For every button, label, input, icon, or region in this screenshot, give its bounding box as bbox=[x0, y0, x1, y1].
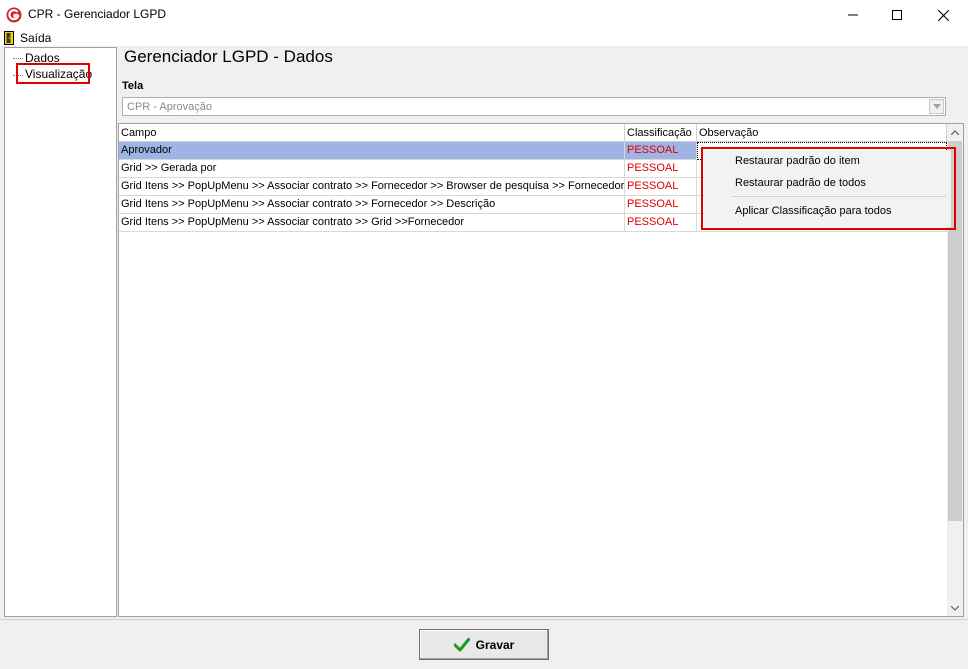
cell-classificacao: PESSOAL bbox=[625, 142, 697, 160]
menu-item-saida[interactable]: Saída bbox=[4, 30, 51, 46]
exit-door-icon bbox=[4, 31, 14, 45]
column-header-observacao[interactable]: Observação bbox=[697, 124, 947, 142]
minimize-icon bbox=[848, 14, 858, 16]
footer-divider bbox=[0, 619, 968, 620]
cell-classificacao: PESSOAL bbox=[625, 214, 697, 232]
tela-select-value: CPR - Aprovação bbox=[127, 101, 212, 113]
window-title: CPR - Gerenciador LGPD bbox=[28, 7, 167, 21]
menu-bar: Saída bbox=[0, 30, 968, 46]
chevron-down-icon bbox=[932, 104, 941, 109]
cell-campo: Grid Itens >> PopUpMenu >> Associar cont… bbox=[119, 178, 625, 196]
visualizacao-highlight-box bbox=[16, 63, 90, 84]
app-logo-icon bbox=[6, 7, 22, 23]
save-button[interactable]: Gravar bbox=[419, 629, 549, 660]
context-menu-highlight-box bbox=[701, 147, 956, 230]
column-header-classificacao[interactable]: Classificação bbox=[625, 124, 697, 142]
cell-campo: Grid Itens >> PopUpMenu >> Associar cont… bbox=[119, 196, 625, 214]
maximize-icon bbox=[892, 10, 902, 20]
navigation-tree: Dados Visualização bbox=[4, 47, 117, 617]
maximize-button[interactable] bbox=[874, 0, 920, 30]
checkmark-icon bbox=[453, 637, 470, 651]
page-title: Gerenciador LGPD - Dados bbox=[124, 47, 333, 66]
tree-connector bbox=[13, 58, 23, 59]
cell-classificacao: PESSOAL bbox=[625, 178, 697, 196]
title-bar: CPR - Gerenciador LGPD bbox=[0, 0, 968, 30]
menu-saida-label: Saída bbox=[20, 31, 52, 45]
cell-campo: Aprovador bbox=[119, 142, 625, 160]
tela-select[interactable]: CPR - Aprovação bbox=[122, 97, 946, 116]
scroll-down-button[interactable] bbox=[947, 600, 963, 616]
tela-label: Tela bbox=[122, 80, 144, 92]
minimize-button[interactable] bbox=[830, 0, 876, 30]
save-button-label: Gravar bbox=[475, 637, 515, 652]
close-button[interactable] bbox=[920, 0, 966, 30]
cell-campo: Grid >> Gerada por bbox=[119, 160, 625, 178]
chevron-up-icon bbox=[951, 129, 959, 135]
column-header-campo[interactable]: Campo bbox=[119, 124, 625, 142]
scroll-up-button[interactable] bbox=[947, 124, 963, 140]
cell-classificacao: PESSOAL bbox=[625, 160, 697, 178]
close-icon bbox=[937, 9, 949, 21]
cell-campo: Grid Itens >> PopUpMenu >> Associar cont… bbox=[119, 214, 625, 232]
cell-classificacao: PESSOAL bbox=[625, 196, 697, 214]
chevron-down-icon bbox=[951, 605, 959, 611]
tela-dropdown-button[interactable] bbox=[929, 99, 944, 114]
